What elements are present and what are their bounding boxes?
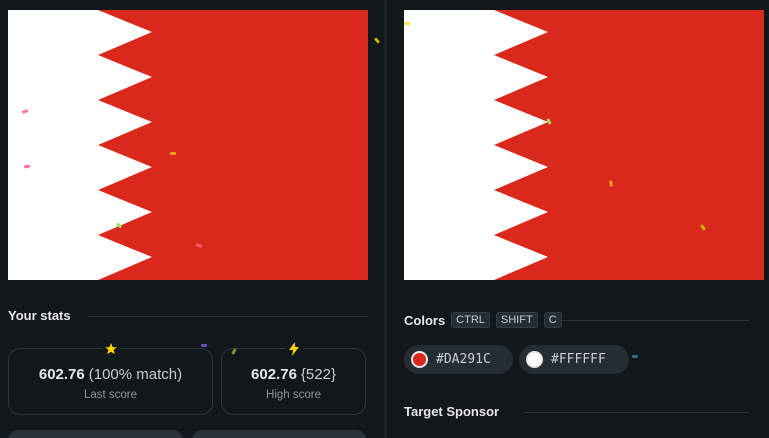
stats-title: Your stats [8, 308, 71, 323]
action-button-left[interactable] [8, 430, 183, 438]
high-score-detail: {522} [300, 366, 336, 383]
star-icon [101, 340, 120, 358]
last-score-value: 602.76 (100% match) [9, 366, 212, 383]
game-panel: Your stats 602.76 (100% match) Last score… [0, 0, 384, 438]
player-flag-canvas[interactable] [8, 10, 368, 280]
confetti-piece [404, 22, 410, 25]
divider-line [560, 320, 749, 321]
shortcut-key-c: C [543, 312, 562, 328]
high-score-number: 602.76 [251, 366, 297, 383]
last-score-card: 602.76 (100% match) Last score [8, 340, 213, 415]
target-flag-image [404, 10, 764, 280]
high-score-label: High score [266, 389, 321, 401]
color-chip-red[interactable]: #DA291C [404, 345, 513, 374]
color-hex-label: #FFFFFF [551, 352, 606, 367]
confetti-piece [632, 355, 638, 358]
last-score-label: Last score [83, 389, 138, 401]
colors-header: Colors CTRL SHIFT C [404, 312, 562, 328]
shortcut-key-shift: SHIFT [495, 312, 538, 328]
confetti-piece [170, 152, 176, 155]
colors-title: Colors [404, 312, 446, 328]
divider-line [88, 316, 368, 317]
high-score-card: 602.76 {522} High score [221, 340, 366, 415]
shortcut-key-ctrl: CTRL [451, 312, 490, 328]
last-score-number: 602.76 [38, 366, 85, 383]
bahrain-flag-drawing [8, 10, 368, 280]
bahrain-flag-target-drawing [404, 10, 764, 280]
last-score-match: (100% match) [88, 366, 183, 383]
color-chip-white[interactable]: #FFFFFF [519, 345, 629, 374]
high-score-value: 602.76 {522} [222, 366, 365, 383]
color-swatch [526, 351, 543, 368]
color-hex-label: #DA291C [436, 352, 491, 367]
divider-line [524, 412, 749, 413]
sponsor-title: Target Sponsor [404, 404, 500, 419]
color-swatch [411, 351, 428, 368]
lightning-icon [284, 340, 303, 358]
action-button-right[interactable] [192, 430, 366, 438]
confetti-piece [201, 344, 207, 347]
